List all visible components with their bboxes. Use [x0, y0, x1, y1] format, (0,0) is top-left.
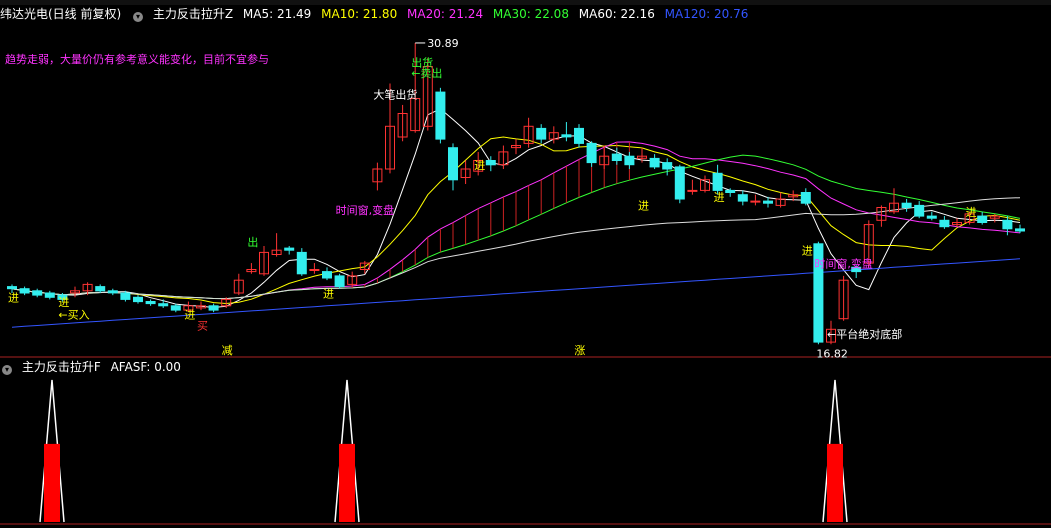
candle-body: [120, 292, 131, 300]
candle-body: [296, 251, 307, 275]
candle-body: [662, 162, 673, 170]
signal-annotation: 进: [638, 200, 649, 213]
candle-body: [485, 160, 496, 166]
candle-body: [725, 189, 736, 193]
signal-annotation: 进: [714, 191, 725, 204]
candle-body: [586, 142, 597, 164]
candle-body: [448, 147, 458, 181]
candle-body: [133, 296, 143, 303]
signal-annotation: 时间窗,变盘: [814, 256, 873, 270]
candle-body: [435, 91, 446, 140]
candle-body: [800, 192, 811, 204]
signal-annotation: 进: [966, 206, 977, 219]
candle-body: [649, 157, 660, 168]
candle-body: [322, 271, 332, 279]
candle-body: [44, 292, 55, 298]
candle-body: [574, 127, 584, 144]
signal-annotation: 进: [8, 292, 19, 305]
candle-body: [107, 290, 118, 294]
candle-body: [674, 166, 685, 200]
candle-body: [95, 286, 106, 292]
candle-body: [763, 200, 773, 204]
signal-annotation: 时间窗,变盘: [336, 203, 395, 217]
date-axis-label: 减: [222, 344, 233, 357]
candle-body: [145, 301, 156, 305]
candle-body: [926, 215, 937, 219]
candle-body: [561, 134, 572, 138]
candle-body: [158, 303, 169, 307]
signal-annotation: ←卖出: [411, 66, 442, 80]
signal-annotation: ←平台绝对底部: [827, 327, 902, 341]
signal-annotation: 买: [197, 319, 208, 332]
afasf-spike-bar: [827, 443, 843, 522]
signal-annotation: 大笔出货: [373, 88, 417, 102]
candle-body: [687, 189, 698, 192]
candle-body: [7, 286, 17, 290]
signal-annotation: 进: [184, 309, 195, 322]
candle-body: [19, 288, 30, 294]
signal-annotation: 进: [802, 245, 813, 258]
date-axis-label: 涨: [574, 344, 585, 357]
signal-annotation: 进: [58, 296, 69, 309]
price-chart[interactable]: 30.8916.82趋势走弱，大量价仍有参考意义能变化，目前不宜参与进 进←买入进…: [0, 0, 1051, 528]
signal-annotation: 出: [247, 235, 258, 249]
signal-annotation: 进: [474, 159, 485, 172]
candle-body: [750, 200, 761, 203]
candle-body: [712, 172, 723, 191]
candle-body: [536, 127, 547, 140]
candle-body: [32, 290, 43, 296]
min-price-label: 16.82: [816, 347, 848, 360]
candle-body: [1002, 219, 1013, 230]
candle-body: [208, 305, 219, 311]
signal-annotation: 进: [323, 287, 334, 300]
candle-body: [977, 215, 988, 224]
candle-body: [939, 219, 950, 228]
candle-body: [334, 275, 345, 288]
candle-body: [1015, 228, 1025, 232]
max-price-label: 30.89: [427, 37, 459, 50]
candle-body: [309, 269, 320, 271]
candle-body: [914, 204, 925, 217]
candle-body: [737, 194, 748, 202]
afasf-spike-bar: [339, 443, 355, 522]
candle-body: [170, 305, 181, 311]
trend-notice: 趋势走弱，大量价仍有参考意义能变化，目前不宜参与: [5, 52, 269, 66]
candle-body: [901, 202, 912, 208]
afasf-spike-bar: [44, 443, 60, 522]
candle-body: [624, 155, 635, 166]
candle-body: [284, 247, 295, 251]
candle-body: [611, 153, 622, 162]
signal-annotation: ←买入: [58, 309, 89, 322]
